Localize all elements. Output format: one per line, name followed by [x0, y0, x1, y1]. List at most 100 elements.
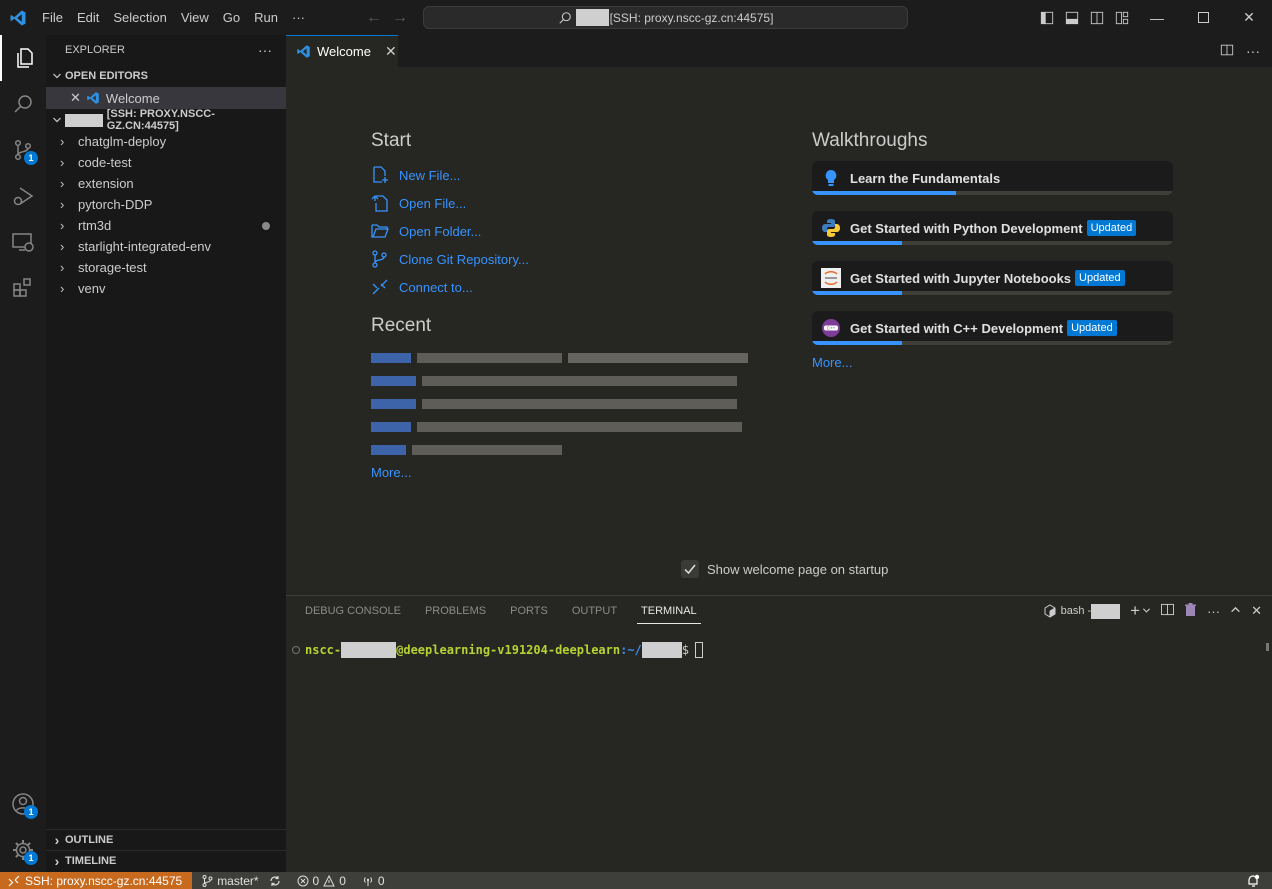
tab-output[interactable]: OUTPUT	[572, 596, 617, 626]
activity-run-debug[interactable]	[0, 173, 46, 219]
trash-icon[interactable]	[1184, 602, 1197, 620]
close-panel-icon[interactable]: ✕	[1251, 603, 1262, 619]
branch-indicator[interactable]: master*	[202, 874, 259, 888]
remote-indicator[interactable]: SSH: proxy.nscc-gz.cn:44575	[0, 872, 193, 889]
sync-button[interactable]	[269, 875, 281, 887]
error-icon	[297, 875, 309, 886]
command-center-label: [SSH: proxy.nscc-gz.cn:44575]	[609, 10, 774, 25]
back-arrow-icon[interactable]: ←	[366, 9, 382, 27]
activity-remote-explorer[interactable]	[0, 219, 46, 265]
folder-item[interactable]: › pytorch-DDP	[46, 194, 286, 215]
tab-terminal[interactable]: TERMINAL	[637, 596, 701, 626]
chevron-right-icon: ›	[60, 281, 65, 296]
connect-to-link[interactable]: Connect to...	[371, 273, 754, 301]
tab-ports[interactable]: PORTS	[510, 596, 548, 626]
remote-explorer-icon	[12, 233, 34, 252]
startup-checkbox[interactable]	[681, 560, 699, 578]
outline-section[interactable]: › OUTLINE	[46, 829, 286, 850]
chevron-down-icon[interactable]	[1142, 604, 1151, 618]
terminal-scrollbar[interactable]	[1266, 643, 1269, 651]
recent-item-redacted[interactable]	[371, 369, 754, 392]
maximize-icon[interactable]	[1180, 0, 1226, 35]
folder-label: pytorch-DDP	[78, 197, 153, 212]
toggle-secondary-sidebar-icon[interactable]	[1084, 0, 1109, 35]
folder-item[interactable]: › code-test	[46, 152, 286, 173]
progress-fill	[812, 291, 903, 295]
menu-view[interactable]: View	[174, 0, 216, 35]
folder-item[interactable]: › chatglm-deploy	[46, 131, 286, 152]
folder-item[interactable]: › venv	[46, 278, 286, 299]
recent-item-redacted[interactable]	[371, 392, 754, 415]
clone-git-link[interactable]: Clone Git Repository...	[371, 245, 754, 273]
toggle-primary-sidebar-icon[interactable]	[1034, 0, 1059, 35]
customize-layout-icon[interactable]	[1109, 0, 1134, 35]
chevron-down-icon	[50, 71, 64, 81]
close-window-icon[interactable]: ✕	[1226, 0, 1272, 35]
ports-indicator[interactable]: 0	[362, 874, 385, 888]
prompt-host: @deeplearning-v191204-deeplearn	[396, 643, 621, 657]
activity-search[interactable]	[0, 81, 46, 127]
close-tab-icon[interactable]: ✕	[385, 43, 397, 60]
walkthrough-card[interactable]: Get Started with Jupyter Notebooks Updat…	[812, 261, 1173, 295]
terminal-prompt[interactable]: nscc- @deeplearning-v191204-deeplearn :~…	[292, 642, 704, 658]
tab-problems[interactable]: PROBLEMS	[425, 596, 486, 626]
menu-selection[interactable]: Selection	[106, 0, 173, 35]
command-center[interactable]: [SSH: proxy.nscc-gz.cn:44575]	[423, 6, 908, 29]
menu-file[interactable]: File	[35, 0, 70, 35]
open-folder-link[interactable]: Open Folder...	[371, 217, 754, 245]
folder-item[interactable]: › extension	[46, 173, 286, 194]
new-file-link[interactable]: New File...	[371, 161, 754, 189]
folder-item[interactable]: › starlight-integrated-env	[46, 236, 286, 257]
menu-edit[interactable]: Edit	[70, 0, 106, 35]
recent-item-redacted[interactable]	[371, 346, 754, 369]
link-label: Open Folder...	[399, 223, 482, 239]
recent-more-link[interactable]: More...	[371, 465, 754, 480]
activity-source-control[interactable]: 1	[0, 127, 46, 173]
open-file-link[interactable]: Open File...	[371, 189, 754, 217]
search-icon	[558, 11, 571, 24]
walkthrough-card[interactable]: C++ Get Started with C++ Development Upd…	[812, 311, 1173, 345]
activity-manage[interactable]: 1	[0, 827, 46, 873]
redacted-text	[575, 9, 609, 26]
panel-more-icon[interactable]: ···	[1207, 604, 1220, 619]
recent-item-redacted[interactable]	[371, 415, 754, 438]
menu-go[interactable]: Go	[216, 0, 247, 35]
menu-more[interactable]: ···	[285, 0, 312, 35]
maximize-panel-icon[interactable]	[1230, 604, 1241, 618]
show-on-startup[interactable]: Show welcome page on startup	[681, 560, 888, 578]
menu-run[interactable]: Run	[247, 0, 285, 35]
open-editors-section[interactable]: OPEN EDITORS	[46, 65, 286, 87]
folder-item[interactable]: › rtm3d	[46, 215, 286, 236]
sidebar-more-button[interactable]: ···	[258, 42, 272, 58]
activity-accounts[interactable]: 1	[0, 781, 46, 827]
walkthrough-card[interactable]: Learn the Fundamentals	[812, 161, 1173, 195]
folder-label: starlight-integrated-env	[78, 239, 211, 254]
activity-explorer[interactable]	[0, 35, 46, 81]
manage-badge: 1	[24, 851, 38, 865]
split-editor-icon[interactable]	[1220, 43, 1234, 60]
activity-extensions[interactable]	[0, 265, 46, 311]
editor-more-icon[interactable]: ···	[1246, 43, 1260, 59]
split-terminal-icon[interactable]	[1161, 603, 1175, 619]
notifications-button[interactable]	[1247, 874, 1260, 889]
minimize-icon[interactable]: —	[1134, 0, 1180, 35]
toggle-panel-icon[interactable]	[1059, 0, 1084, 35]
walkthroughs-more-link[interactable]: More...	[812, 355, 1173, 370]
walkthroughs-heading: Walkthroughs	[812, 130, 928, 151]
new-terminal-icon[interactable]: +	[1130, 601, 1140, 621]
open-editor-item[interactable]: ✕ Welcome	[46, 87, 286, 109]
recent-item-redacted[interactable]	[371, 438, 754, 461]
checkmark-icon	[684, 564, 696, 575]
terminal-selector[interactable]: bash -	[1043, 603, 1121, 619]
close-icon[interactable]: ✕	[70, 90, 81, 106]
timeline-section[interactable]: › TIMELINE	[46, 850, 286, 871]
tab-welcome[interactable]: Welcome ✕	[286, 35, 398, 67]
workspace-section[interactable]: [SSH: PROXY.NSCC-GZ.CN:44575]	[46, 108, 286, 132]
forward-arrow-icon[interactable]: →	[392, 9, 408, 27]
problems-indicator[interactable]: 0 0	[297, 874, 346, 888]
walkthrough-card[interactable]: Get Started with Python Development Upda…	[812, 211, 1173, 245]
folder-item[interactable]: › storage-test	[46, 257, 286, 278]
tab-debug-console[interactable]: DEBUG CONSOLE	[305, 596, 401, 626]
run-debug-icon	[13, 187, 34, 206]
git-branch-icon	[202, 874, 213, 887]
